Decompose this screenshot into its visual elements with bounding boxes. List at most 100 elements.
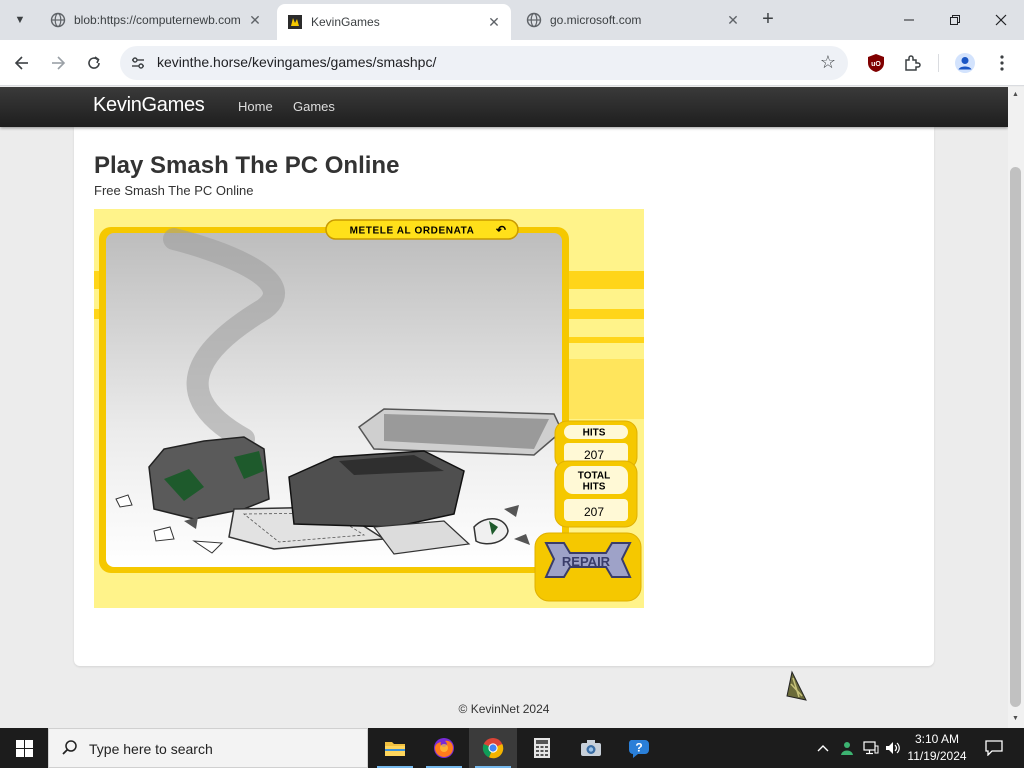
banner-arrow-icon: ↶	[495, 223, 506, 237]
bookmark-star-icon[interactable]: ☆	[820, 52, 836, 73]
windows-taskbar: Type here to search ? 3:10 AM 11/19/2024	[0, 728, 1024, 768]
back-button[interactable]	[9, 50, 35, 76]
restore-button[interactable]	[932, 0, 978, 40]
nav-games-link[interactable]: Games	[293, 99, 335, 114]
forward-button[interactable]	[45, 50, 71, 76]
scroll-up-icon[interactable]: ▲	[1012, 91, 1019, 98]
tab-kevingames[interactable]: KevinGames ✕	[277, 4, 511, 40]
taskbar-clock[interactable]: 3:10 AM 11/19/2024	[900, 731, 974, 765]
tab-microsoft[interactable]: go.microsoft.com ✕	[516, 6, 750, 34]
page-title: Play Smash The PC Online	[94, 152, 400, 179]
stripe	[564, 309, 644, 319]
minimize-icon	[904, 19, 914, 21]
network-icon	[863, 741, 879, 755]
page-scrollbar[interactable]: ▲ ▼	[1008, 87, 1024, 728]
windows-logo-icon	[15, 739, 33, 757]
profile-button[interactable]	[953, 51, 977, 75]
total-hits-counter: 207	[584, 505, 604, 519]
extensions-button[interactable]	[900, 51, 924, 75]
camera-icon	[581, 740, 601, 756]
stripe	[564, 359, 644, 419]
clock-date: 11/19/2024	[907, 749, 967, 763]
arrow-left-icon	[14, 56, 28, 70]
close-window-button[interactable]	[978, 0, 1024, 40]
taskbar-search-box[interactable]: Type here to search	[48, 728, 368, 768]
firefox-icon	[434, 738, 454, 758]
help-icon: ?	[628, 740, 649, 758]
arrow-right-icon	[52, 56, 66, 70]
notification-icon	[985, 740, 1003, 756]
total-hits-label-line1: TOTAL	[578, 471, 610, 482]
game-embed[interactable]: METELE AL ORDENATA ↶ HITS 207 TOTAL HITS…	[94, 209, 644, 608]
action-center-button[interactable]	[980, 728, 1008, 768]
tab-blob[interactable]: blob:https://computernewb.com ✕	[40, 6, 272, 34]
globe-icon	[526, 12, 542, 28]
search-placeholder: Type here to search	[89, 741, 213, 757]
tab-title: blob:https://computernewb.com	[74, 13, 241, 27]
chrome-icon	[482, 738, 504, 759]
restore-icon	[950, 15, 960, 25]
folder-icon	[385, 742, 405, 756]
site-info-button[interactable]	[128, 53, 148, 73]
tray-overflow-button[interactable]	[812, 728, 834, 768]
close-icon	[995, 14, 1007, 26]
browser-menu-button[interactable]	[990, 51, 1014, 75]
puzzle-piece-icon	[905, 55, 921, 71]
hits-counter: 207	[584, 448, 604, 462]
toolbar-divider	[938, 54, 939, 72]
repair-button[interactable]: REPAIR	[534, 532, 642, 602]
tab-title: KevinGames	[311, 15, 380, 29]
total-hits-label-line2: HITS	[583, 482, 606, 493]
taskbar-chrome[interactable]	[469, 728, 517, 768]
avatar-icon	[955, 53, 975, 73]
tray-network-icon[interactable]	[860, 728, 882, 768]
ublock-shield-icon: uO	[868, 54, 884, 72]
page-viewport: KevinGames Home Games Play Smash The PC …	[0, 87, 1008, 728]
ublock-extension-button[interactable]: uO	[864, 51, 888, 75]
site-footer: © KevinNet 2024	[458, 702, 550, 716]
stripe	[564, 271, 644, 289]
site-navbar: KevinGames Home Games	[0, 87, 1008, 127]
banner-text: METELE AL ORDENATA	[350, 226, 475, 237]
tab-bar: ▼ blob:https://computernewb.com ✕ KevinG…	[0, 0, 1024, 40]
reload-button[interactable]	[81, 50, 107, 76]
minimize-button[interactable]	[886, 0, 932, 40]
hits-label: HITS	[583, 428, 606, 439]
people-icon	[841, 742, 853, 755]
svg-text:?: ?	[635, 741, 642, 755]
close-tab-icon[interactable]: ✕	[724, 12, 742, 29]
url-text[interactable]: kevinthe.horse/kevingames/games/smashpc/	[157, 54, 436, 70]
taskbar-file-explorer[interactable]	[371, 728, 419, 768]
globe-icon	[50, 12, 66, 28]
new-tab-button[interactable]: +	[758, 8, 778, 32]
close-tab-icon[interactable]: ✕	[485, 14, 503, 31]
site-brand-link[interactable]: KevinGames	[93, 94, 205, 117]
chevron-up-icon	[817, 745, 829, 752]
taskbar-calculator[interactable]	[518, 728, 566, 768]
kebab-menu-icon	[1000, 55, 1004, 71]
chevron-down-icon: ▼	[14, 14, 26, 26]
scroll-down-icon[interactable]: ▼	[1012, 715, 1019, 722]
taskbar-firefox[interactable]	[420, 728, 468, 768]
kevingames-favicon-icon	[288, 15, 302, 29]
search-icon	[62, 740, 77, 755]
tray-user-icon[interactable]	[836, 728, 858, 768]
close-tab-icon[interactable]: ✕	[246, 12, 264, 29]
tab-search-button[interactable]: ▼	[8, 8, 32, 32]
address-bar[interactable]: kevinthe.horse/kevingames/games/smashpc/…	[120, 46, 848, 80]
nav-home-link[interactable]: Home	[238, 99, 273, 114]
clock-time: 3:10 AM	[914, 732, 960, 746]
reload-icon	[88, 56, 100, 69]
content-card: Play Smash The PC Online Free Smash The …	[74, 127, 934, 666]
tab-title: go.microsoft.com	[550, 13, 642, 27]
stripe	[564, 337, 644, 343]
start-button[interactable]	[0, 728, 48, 768]
busy-cursor-icon	[786, 670, 807, 701]
scrollbar-thumb[interactable]	[1010, 167, 1021, 707]
tune-icon	[132, 57, 144, 69]
page-subtitle: Free Smash The PC Online	[94, 183, 254, 198]
taskbar-get-help[interactable]: ?	[616, 728, 664, 768]
taskbar-camera[interactable]	[567, 728, 615, 768]
repair-label: REPAIR	[562, 554, 611, 569]
calculator-icon	[534, 738, 550, 758]
